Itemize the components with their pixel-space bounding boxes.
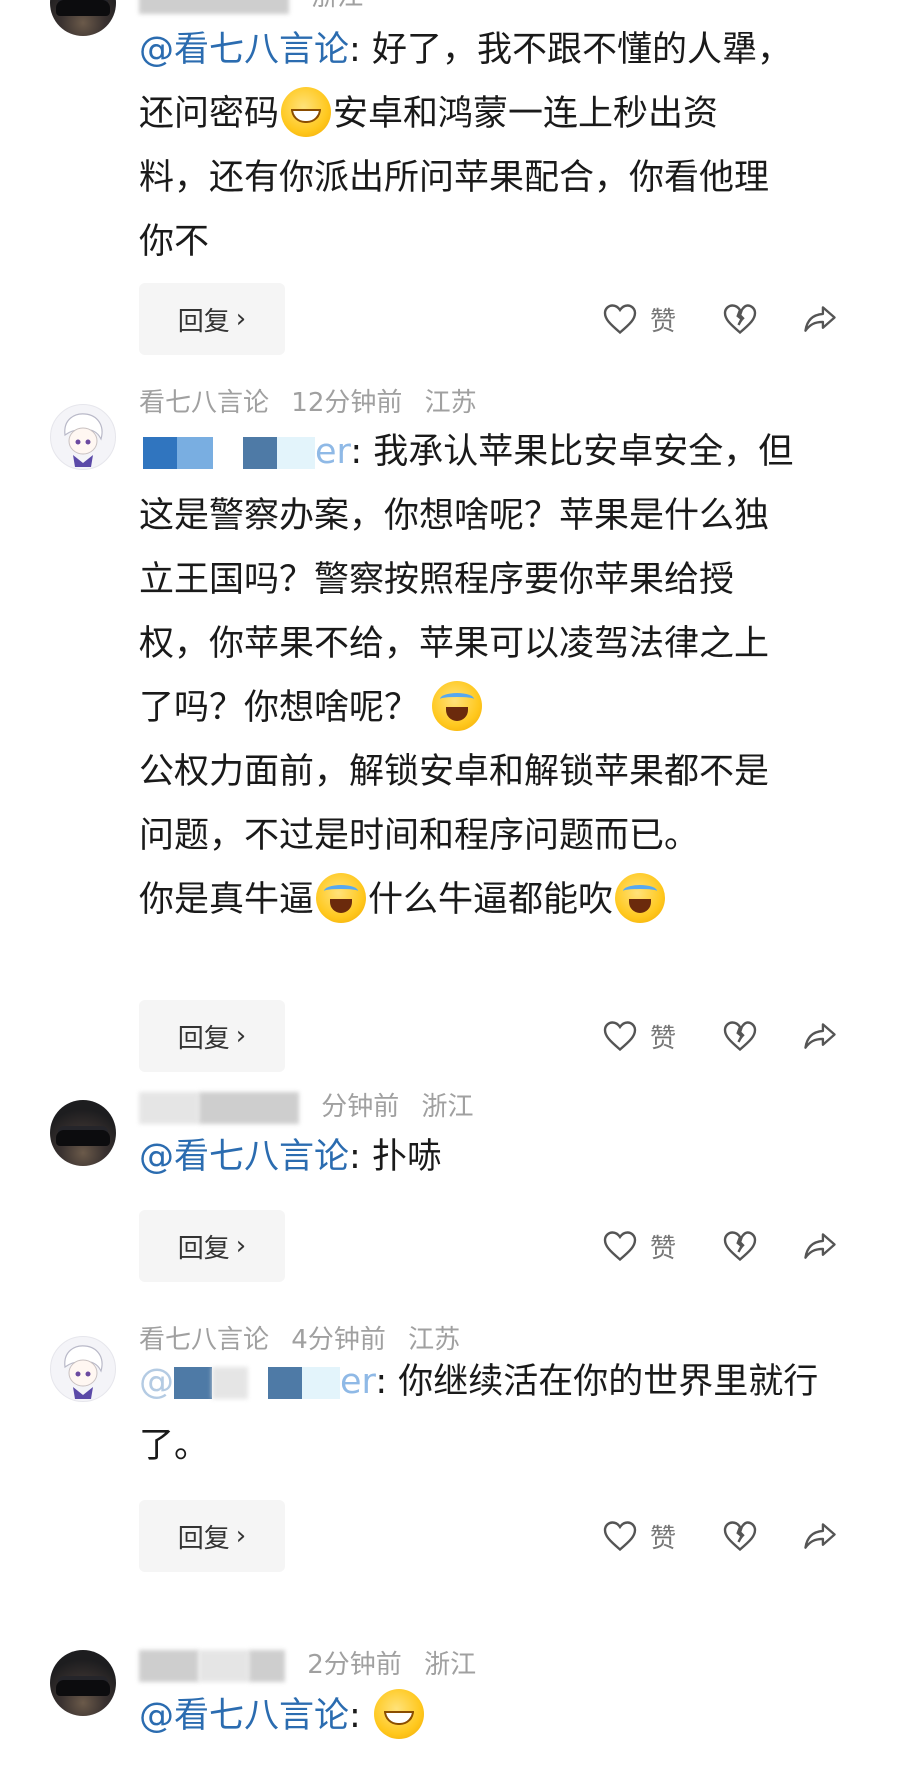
chevron-right-icon: › <box>235 1231 247 1261</box>
grin-emoji-icon <box>281 87 332 137</box>
dislike-broken-heart-icon[interactable] <box>720 1226 760 1266</box>
user-avatar[interactable] <box>50 404 116 470</box>
chevron-right-icon: › <box>235 1021 247 1051</box>
chevron-right-icon: › <box>235 304 247 334</box>
comment-meta: 浙江 <box>139 0 377 14</box>
anime-avatar-icon <box>64 413 103 467</box>
comment-username[interactable]: 看七八言论 <box>139 388 269 418</box>
like-heart-icon[interactable] <box>600 1516 640 1556</box>
reply-button[interactable]: 回复 › <box>139 1000 285 1072</box>
redacted-username <box>139 0 289 14</box>
comment-actions: 赞 <box>600 1000 900 1072</box>
like-label[interactable]: 赞 <box>650 1018 676 1055</box>
dislike-broken-heart-icon[interactable] <box>720 1516 760 1556</box>
comment-body: @ er: 你继续活在你的世界里就行 了。 <box>139 1362 819 1466</box>
redacted-username <box>249 1649 285 1682</box>
dislike-broken-heart-icon[interactable] <box>720 299 760 339</box>
share-icon[interactable] <box>800 1226 840 1266</box>
redacted-username <box>139 1649 199 1682</box>
like-heart-icon[interactable] <box>600 299 640 339</box>
laugh-cry-emoji-icon <box>432 681 483 731</box>
comment-actions: 赞 <box>600 283 900 355</box>
share-icon[interactable] <box>800 299 840 339</box>
comment-location: 江苏 <box>424 388 477 418</box>
comment-time: 2分钟前 <box>307 1650 402 1680</box>
anime-avatar-icon <box>64 1345 103 1399</box>
comment-time: 12分钟前 <box>291 388 403 418</box>
comment-time: 分钟前 <box>321 1092 400 1122</box>
reply-button[interactable]: 回复 › <box>139 283 285 355</box>
user-avatar[interactable] <box>50 0 116 36</box>
comment-body: @看七八言论: 好了，我不跟不懂的人犟， 还问密码 安卓和鸿蒙一连上秒出资 料，还… <box>139 30 792 262</box>
reply-button[interactable]: 回复 › <box>139 1500 285 1572</box>
mention-link[interactable]: @看七八言论 <box>139 1696 349 1736</box>
like-heart-icon[interactable] <box>600 1226 640 1266</box>
user-avatar[interactable] <box>50 1336 116 1402</box>
like-label[interactable]: 赞 <box>650 1518 676 1555</box>
comment-body: @看七八言论: <box>139 1684 879 1748</box>
reply-button[interactable]: 回复 › <box>139 1210 285 1282</box>
grin-emoji-icon <box>373 1689 424 1739</box>
mention-link[interactable]: @看七八言论 <box>139 1137 349 1177</box>
comment-meta: 2分钟前 浙江 <box>139 1648 490 1682</box>
comment-location: 浙江 <box>421 1092 474 1122</box>
like-label[interactable]: 赞 <box>650 301 676 338</box>
like-heart-icon[interactable] <box>600 1016 640 1056</box>
user-avatar[interactable] <box>50 1650 116 1716</box>
laugh-cry-emoji-icon <box>316 873 367 923</box>
chevron-right-icon: › <box>235 1521 247 1551</box>
share-icon[interactable] <box>800 1016 840 1056</box>
mention-link[interactable]: @ er <box>139 1362 375 1402</box>
share-icon[interactable] <box>800 1516 840 1556</box>
comment-body: er: 我承认苹果比安卓安全，但 这是警察办案，你想啥呢？苹果是什么独 立王国吗… <box>139 420 879 932</box>
redacted-username <box>199 1091 299 1124</box>
comment-meta: 分钟前 浙江 <box>139 1090 488 1124</box>
redacted-username <box>199 1649 249 1682</box>
comment-location: 浙江 <box>311 0 363 12</box>
mention-link[interactable]: @看七八言论 <box>139 30 349 70</box>
redacted-username <box>139 1091 199 1124</box>
comment-actions: 赞 <box>600 1500 900 1572</box>
mention-link[interactable]: er <box>139 432 350 472</box>
comment-location: 浙江 <box>424 1650 477 1680</box>
laugh-cry-emoji-icon <box>615 873 666 923</box>
comment-meta: 看七八言论 12分钟前 江苏 <box>139 386 491 420</box>
comment-body: @看七八言论: 扑哧 <box>139 1137 442 1177</box>
comment-actions: 赞 <box>600 1210 900 1282</box>
like-label[interactable]: 赞 <box>650 1228 676 1265</box>
dislike-broken-heart-icon[interactable] <box>720 1016 760 1056</box>
user-avatar[interactable] <box>50 1100 116 1166</box>
